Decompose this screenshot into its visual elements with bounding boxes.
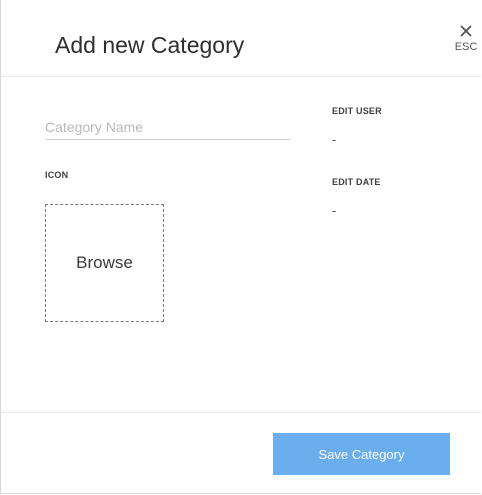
close-shortcut-label: ESC: [454, 41, 478, 53]
category-name-input[interactable]: [45, 114, 291, 140]
edit-date-label: EDIT DATE: [332, 177, 381, 187]
modal-header: Add new Category ESC: [1, 0, 481, 77]
icon-browse-dropzone[interactable]: Browse: [45, 204, 164, 322]
save-category-button[interactable]: Save Category: [273, 433, 450, 475]
edit-date-value: -: [332, 203, 337, 218]
edit-user-value: -: [332, 132, 337, 147]
close-icon: [460, 25, 472, 37]
close-button[interactable]: ESC: [451, 24, 481, 64]
browse-label: Browse: [76, 253, 133, 272]
add-category-modal: Add new Category ESC ICON Browse EDIT US…: [0, 0, 481, 494]
modal-title: Add new Category: [55, 32, 245, 58]
icon-section-label: ICON: [45, 170, 69, 180]
edit-user-label: EDIT USER: [332, 106, 382, 116]
